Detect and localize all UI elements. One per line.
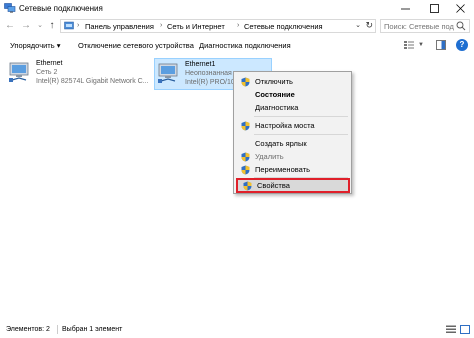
menu-item-label: Переименовать — [255, 165, 310, 174]
network-adapter-icon — [9, 62, 29, 82]
connection-status: Сеть 2 — [36, 69, 58, 76]
uac-shield-icon — [243, 181, 252, 191]
connection-item-ethernet[interactable]: Ethernet Сеть 2 Intel(R) 82574L Gigabit … — [6, 58, 150, 90]
menu-item-label: Настройка моста — [255, 121, 315, 130]
title-bar: Сетевые подключения — [0, 0, 474, 17]
maximize-button[interactable] — [420, 0, 448, 17]
refresh-icon[interactable]: ↻ — [365, 20, 373, 31]
menu-item-label: Состояние — [255, 90, 295, 99]
status-bar: Элементов: 2 Выбран 1 элемент — [0, 322, 474, 338]
selected-count: Выбран 1 элемент — [62, 326, 123, 333]
organize-button[interactable]: Упорядочить ▾ — [10, 41, 60, 50]
connection-name: Ethernet1 — [185, 61, 216, 68]
breadcrumb-separator: › — [77, 22, 80, 29]
breadcrumb-control-panel[interactable]: Панель управления — [85, 22, 154, 31]
menu-item-create-shortcut[interactable]: Создать ярлык — [236, 137, 350, 150]
uac-shield-icon — [241, 77, 250, 87]
close-button[interactable] — [446, 0, 474, 17]
maximize-icon — [429, 4, 439, 13]
breadcrumb-separator: › — [160, 22, 163, 29]
menu-separator — [254, 116, 348, 117]
status-divider — [57, 325, 58, 334]
menu-item-disable[interactable]: Отключить — [236, 75, 350, 88]
preview-pane-icon[interactable] — [436, 40, 446, 50]
address-bar[interactable]: › Панель управления › Сеть и Интернет › … — [60, 19, 376, 33]
address-row: ← → ⌄ ↑ › Панель управления › Сеть и Инт… — [0, 17, 474, 35]
command-bar: Упорядочить ▾ Отключение сетевого устрой… — [0, 37, 474, 55]
minimize-button[interactable] — [391, 0, 419, 17]
details-view-icon[interactable] — [446, 325, 456, 334]
menu-item-label: Отключить — [255, 77, 293, 86]
control-panel-icon — [64, 21, 74, 30]
large-icons-view-icon[interactable] — [460, 325, 470, 334]
view-options-icon[interactable] — [404, 40, 414, 50]
search-box[interactable] — [380, 19, 470, 33]
menu-item-diagnose[interactable]: Диагностика — [236, 101, 350, 114]
uac-shield-icon — [241, 165, 250, 175]
menu-item-label: Создать ярлык — [255, 139, 307, 148]
minimize-icon — [400, 8, 410, 10]
close-icon — [455, 4, 465, 13]
menu-separator — [254, 134, 348, 135]
search-input[interactable] — [384, 21, 454, 31]
network-adapter-icon — [158, 63, 178, 83]
help-icon[interactable]: ? — [456, 39, 468, 51]
menu-item-label: Удалить — [255, 152, 284, 161]
breadcrumb-network-internet[interactable]: Сеть и Интернет — [167, 22, 225, 31]
menu-item-rename[interactable]: Переименовать — [236, 163, 350, 176]
menu-item-bridge[interactable]: Настройка моста — [236, 119, 350, 132]
context-menu: Отключить Состояние Диагностика Настройк… — [233, 71, 352, 194]
up-arrow-icon[interactable]: ↑ — [46, 20, 58, 32]
uac-shield-icon — [241, 152, 250, 162]
diagnose-connection-button[interactable]: Диагностика подключения — [199, 41, 291, 50]
forward-arrow-icon[interactable]: → — [20, 20, 32, 32]
breadcrumb-separator: › — [237, 22, 240, 29]
menu-item-label: Свойства — [257, 181, 290, 190]
network-connections-icon — [4, 3, 16, 13]
menu-item-label: Диагностика — [255, 103, 299, 112]
window-title: Сетевые подключения — [19, 4, 103, 13]
view-dropdown-icon[interactable]: ▼ — [418, 42, 424, 48]
menu-item-status[interactable]: Состояние — [236, 88, 350, 101]
disable-device-button[interactable]: Отключение сетевого устройства — [78, 41, 194, 50]
address-dropdown-icon[interactable]: ⌄ — [355, 21, 361, 29]
search-icon — [456, 21, 466, 31]
items-count: Элементов: 2 — [6, 326, 50, 333]
connection-name: Ethernet — [36, 60, 63, 67]
connection-adapter: Intel(R) 82574L Gigabit Network C... — [36, 78, 149, 85]
back-arrow-icon[interactable]: ← — [4, 20, 16, 32]
menu-item-delete[interactable]: Удалить — [236, 150, 350, 163]
recent-dropdown-icon[interactable]: ⌄ — [34, 20, 46, 32]
breadcrumb-network-connections[interactable]: Сетевые подключения — [244, 22, 323, 31]
uac-shield-icon — [241, 121, 250, 131]
menu-item-properties[interactable]: Свойства — [236, 178, 350, 193]
